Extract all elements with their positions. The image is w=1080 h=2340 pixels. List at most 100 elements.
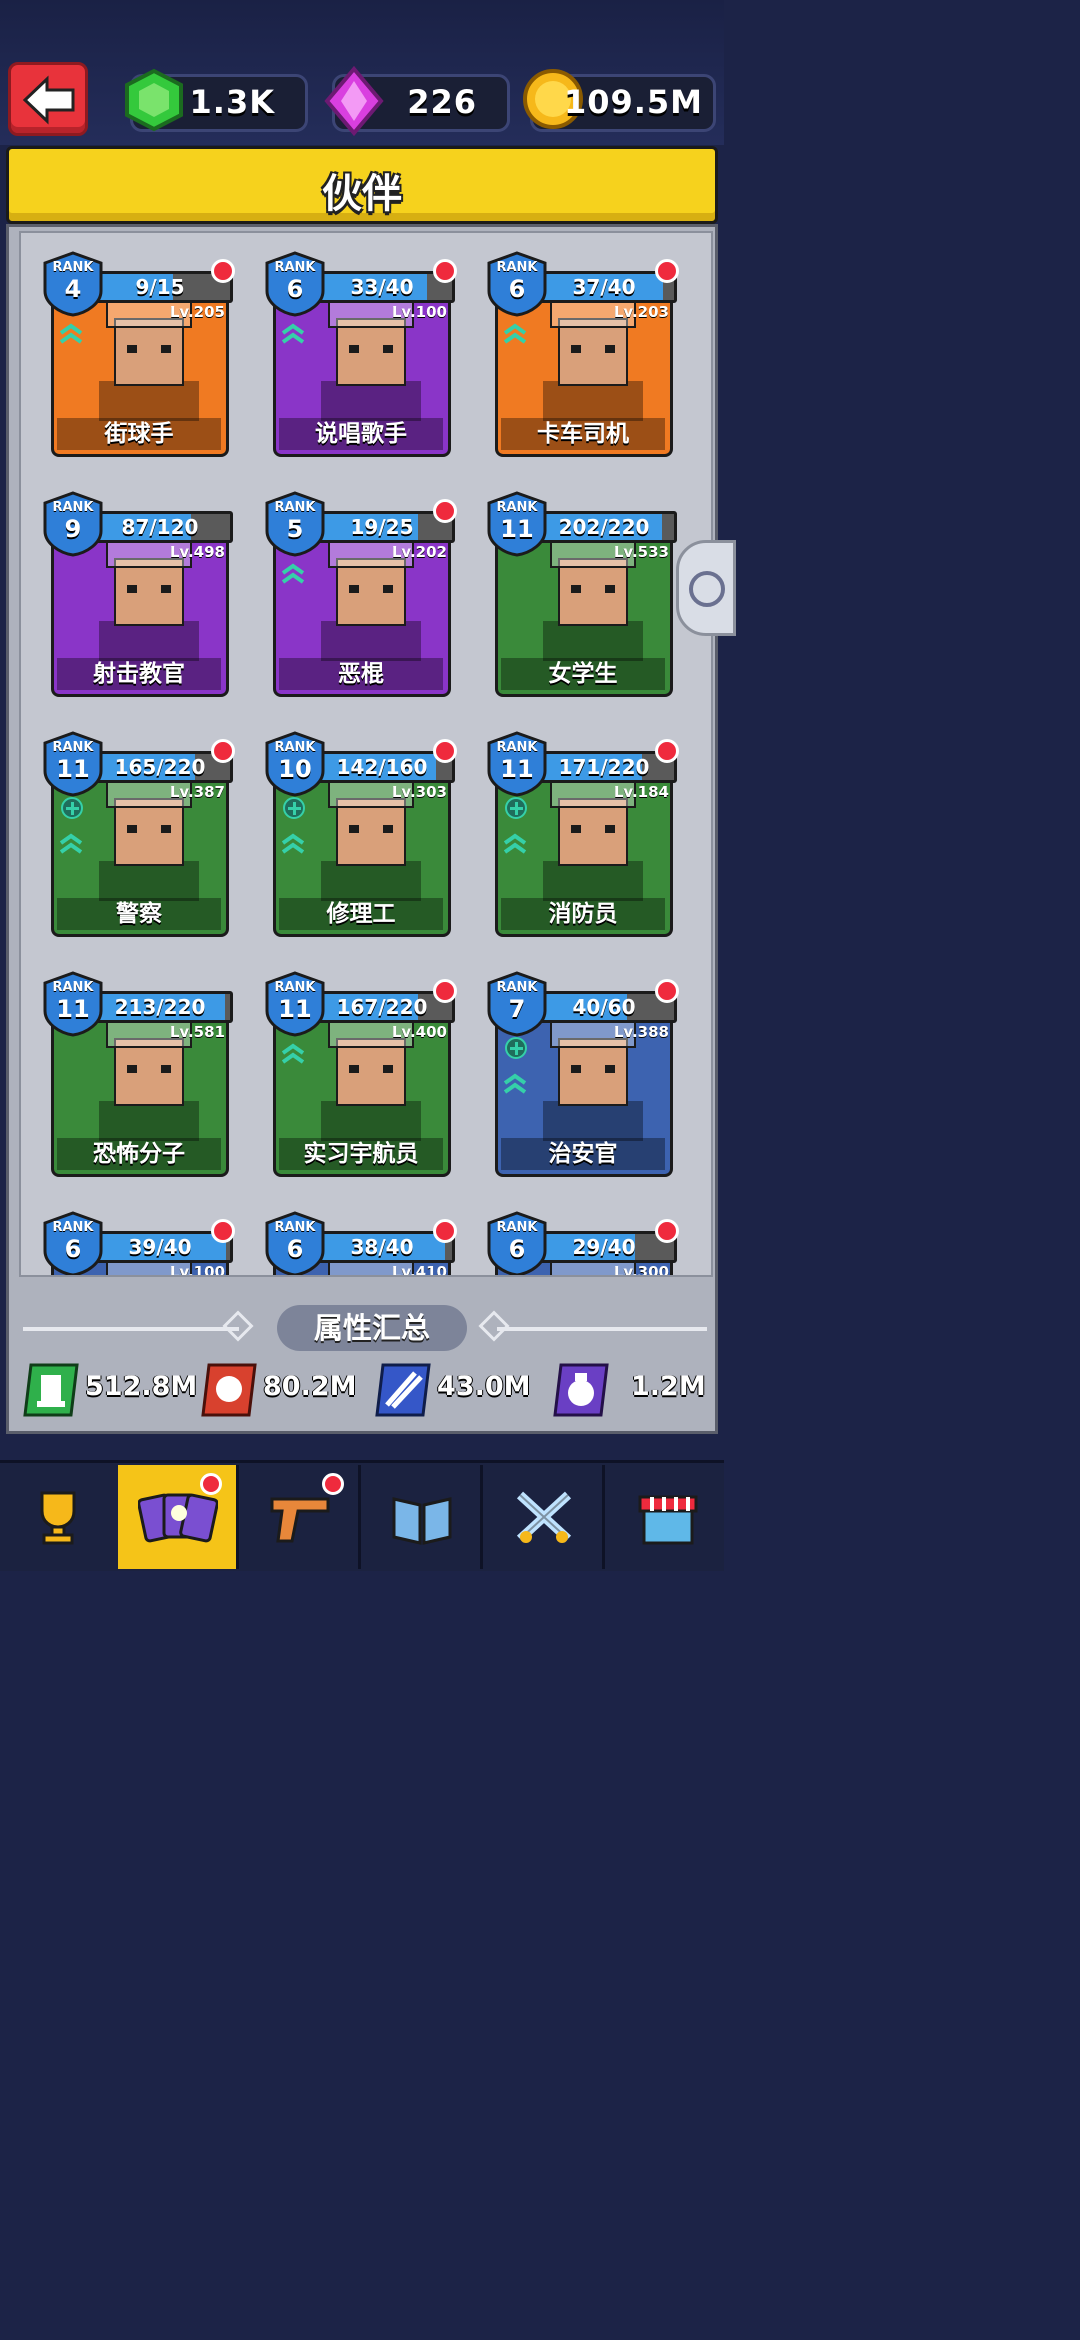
partner-card[interactable]: 142/160 RANK 10 Lv.303 修理工 <box>265 731 457 937</box>
coin-counter[interactable]: 109.5M <box>523 69 716 132</box>
nav-weapons-badge <box>322 1473 344 1495</box>
partner-card[interactable]: 29/40 RANK 6 Lv.300 <box>487 1211 679 1275</box>
rank-up-chevron-icon <box>281 833 305 854</box>
rank-badge: RANK 6 <box>43 1211 103 1275</box>
rank-progress-text: 37/40 <box>572 275 636 299</box>
partner-level: Lv.202 <box>391 543 447 561</box>
upgrade-plus-icon <box>61 797 83 819</box>
rank-badge: RANK 11 <box>487 491 547 557</box>
rank-badge: RANK 11 <box>265 971 325 1037</box>
stat-auto-value: 43.0M <box>437 1371 531 1402</box>
back-button[interactable] <box>8 62 88 136</box>
side-chat-button[interactable] <box>676 540 736 636</box>
partner-level: Lv.303 <box>391 783 447 801</box>
rank-label: RANK <box>52 740 94 755</box>
rank-label: RANK <box>52 260 94 275</box>
rank-label: RANK <box>274 1220 316 1235</box>
rank-label: RANK <box>274 260 316 275</box>
pistol-icon <box>270 1497 330 1543</box>
partner-level: Lv.205 <box>169 303 225 321</box>
partner-level: Lv.581 <box>169 1023 225 1041</box>
notification-dot <box>655 979 679 1003</box>
rank-up-chevron-icon <box>59 323 83 344</box>
nav-trophy[interactable] <box>0 1465 121 1569</box>
nav-weapons[interactable] <box>240 1465 361 1569</box>
partner-level: Lv.498 <box>169 543 225 561</box>
partner-card[interactable]: 213/220 RANK 11 Lv.581 恐怖分子 <box>43 971 233 1177</box>
partner-card[interactable]: 165/220 RANK 11 Lv.387 警察 <box>43 731 235 937</box>
rank-progress-text: 38/40 <box>350 1235 414 1259</box>
rank-up-chevron-icon <box>281 563 305 584</box>
partner-level: Lv.184 <box>613 783 669 801</box>
rank-badge: RANK 6 <box>487 1211 547 1275</box>
rank-label: RANK <box>52 500 94 515</box>
nav-battle[interactable] <box>484 1465 605 1569</box>
tower-icon <box>23 1363 79 1417</box>
rank-number: 6 <box>508 275 526 303</box>
rank-progress-text: 142/160 <box>336 755 428 779</box>
rank-label: RANK <box>496 500 538 515</box>
rank-number: 11 <box>278 995 312 1023</box>
rank-up-chevron-icon <box>503 833 527 854</box>
rank-progress-text: 39/40 <box>128 1235 192 1259</box>
coin-count: 109.5M <box>563 83 703 121</box>
diamond-ornament-right <box>478 1310 510 1342</box>
partner-card[interactable]: 33/40 RANK 6 Lv.100 说唱歌手 <box>265 251 457 457</box>
rank-badge: RANK 11 <box>43 971 103 1037</box>
nav-book[interactable] <box>362 1465 483 1569</box>
partner-level: Lv.100 <box>169 1263 225 1277</box>
rank-progress-text: 9/15 <box>135 275 185 299</box>
stat-fist-value: 80.2M <box>263 1371 357 1402</box>
partner-name: 修理工 <box>279 898 443 930</box>
upgrade-plus-icon <box>505 1037 527 1059</box>
rank-number: 11 <box>500 515 534 543</box>
rank-progress-text: 29/40 <box>572 1235 636 1259</box>
nav-partners-badge <box>200 1473 222 1495</box>
partner-name: 女学生 <box>501 658 665 690</box>
gem-counter[interactable]: 1.3K <box>125 68 308 132</box>
stat-money-value: 1.2M <box>631 1371 706 1402</box>
gem-count: 1.3K <box>189 83 275 121</box>
rank-number: 6 <box>286 1235 304 1263</box>
partner-level: Lv.400 <box>391 1023 447 1041</box>
partner-name: 射击教官 <box>57 658 221 690</box>
partner-card[interactable]: 38/40 RANK 6 Lv.410 <box>265 1211 457 1277</box>
notification-dot <box>211 1219 235 1243</box>
partner-card[interactable]: 202/220 RANK 11 Lv.533 女学生 <box>487 491 677 697</box>
partner-card[interactable]: 39/40 RANK 6 Lv.100 <box>43 1211 235 1277</box>
partner-level: Lv.410 <box>391 1263 447 1277</box>
stat-tower-value: 512.8M <box>85 1371 198 1402</box>
partner-card[interactable]: 171/220 RANK 11 Lv.184 消防员 <box>487 731 679 937</box>
shop-icon <box>638 1495 698 1545</box>
chat-icon <box>689 571 725 607</box>
partner-level: Lv.388 <box>613 1023 669 1041</box>
rank-label: RANK <box>274 980 316 995</box>
partner-card[interactable]: 87/120 RANK 9 Lv.498 射击教官 <box>43 491 233 697</box>
partner-card[interactable]: 40/60 RANK 7 Lv.388 治安官 <box>487 971 679 1177</box>
partner-card[interactable]: 9/15 RANK 4 Lv.205 街球手 <box>43 251 235 457</box>
notification-dot <box>655 1219 679 1243</box>
stat-money: 1.2M <box>553 1361 707 1419</box>
rank-label: RANK <box>274 500 316 515</box>
partner-grid[interactable]: 9/15 RANK 4 Lv.205 街球手 33/40 RANK 6 Lv.100 说唱歌手 37… <box>19 231 713 1277</box>
stat-fist: 80.2M <box>201 1361 371 1419</box>
nav-partners[interactable] <box>118 1465 239 1569</box>
crystal-counter[interactable]: 226 <box>324 65 510 137</box>
rank-progress-text: 165/220 <box>114 755 206 779</box>
partner-level: Lv.100 <box>391 303 447 321</box>
partner-card[interactable]: 19/25 RANK 5 Lv.202 恶棍 <box>265 491 457 697</box>
rank-badge: RANK 10 <box>265 731 325 797</box>
partner-card[interactable]: 37/40 RANK 6 Lv.203 卡车司机 <box>487 251 679 457</box>
summary-title: 属性汇总 <box>277 1305 467 1351</box>
rank-up-chevron-icon <box>503 323 527 344</box>
nav-shop[interactable] <box>606 1465 724 1569</box>
stat-auto: 43.0M <box>375 1361 545 1419</box>
partner-cards-icon <box>138 1493 218 1543</box>
rank-progress-text: 40/60 <box>572 995 636 1019</box>
page-title: 伙伴 <box>322 171 402 217</box>
fist-icon <box>201 1363 257 1417</box>
rank-progress-text: 167/220 <box>336 995 428 1019</box>
stat-tower: 512.8M <box>23 1361 197 1419</box>
partner-card[interactable]: 167/220 RANK 11 Lv.400 实习宇航员 <box>265 971 457 1177</box>
rank-number: 11 <box>56 755 90 783</box>
